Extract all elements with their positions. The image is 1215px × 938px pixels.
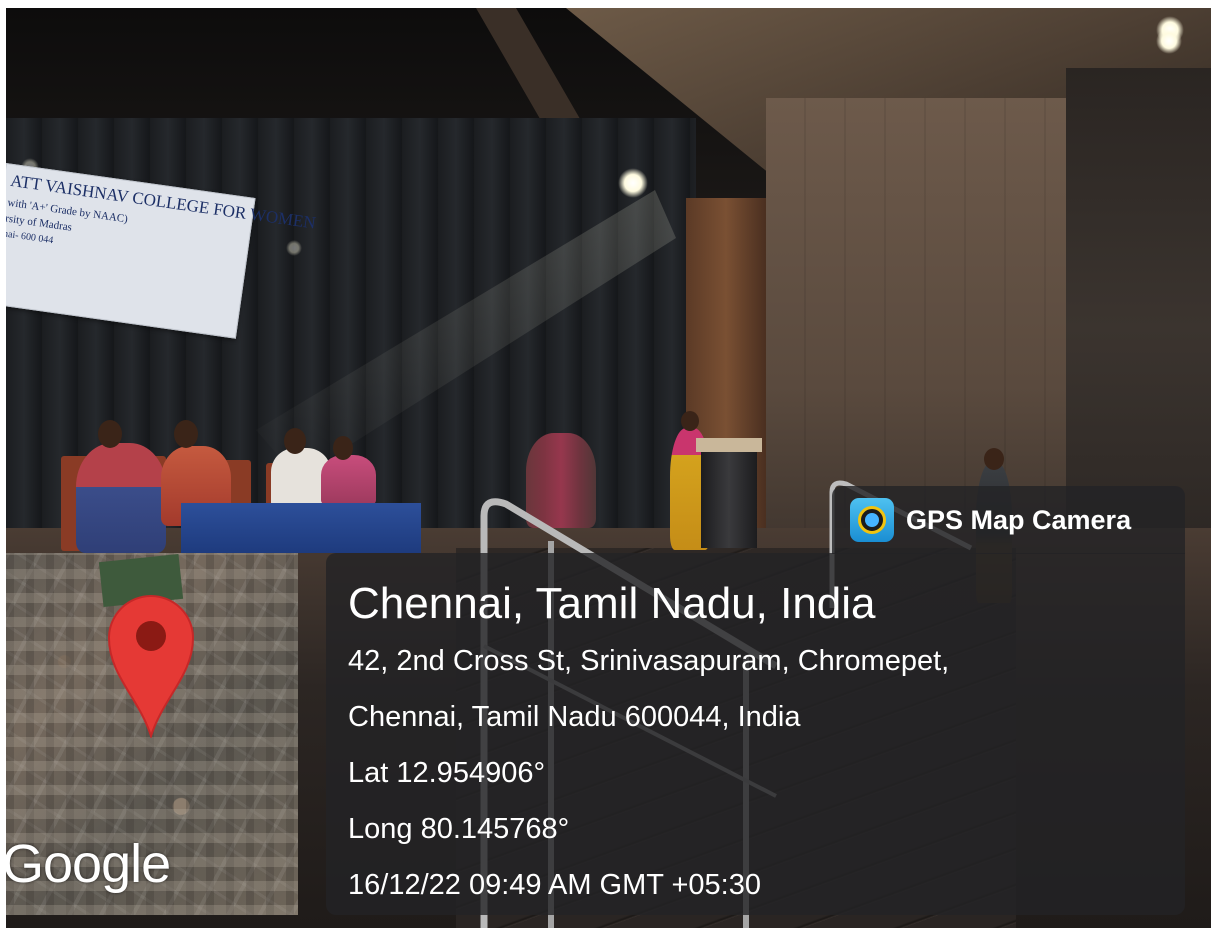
stage-light bbox=[286, 240, 302, 256]
podium-top bbox=[696, 438, 762, 452]
photo-frame: ATT VAISHNAV COLLEGE FOR WOMEN with 'A+'… bbox=[6, 8, 1211, 928]
speaker-head bbox=[681, 411, 699, 431]
head-table bbox=[181, 503, 421, 553]
gps-camera-icon bbox=[850, 498, 894, 542]
map-pin-icon bbox=[107, 595, 195, 738]
location-dot-icon bbox=[865, 513, 879, 527]
spotlight bbox=[1156, 28, 1182, 54]
location-info-panel: Chennai, Tamil Nadu, India 42, 2nd Cross… bbox=[326, 553, 1185, 915]
location-title: Chennai, Tamil Nadu, India bbox=[348, 579, 876, 628]
seated-person bbox=[321, 455, 376, 505]
longitude: Long 80.145768° bbox=[348, 813, 570, 845]
address-line: Chennai, Tamil Nadu 600044, India bbox=[348, 701, 801, 733]
seated-person bbox=[76, 443, 166, 553]
person-head bbox=[174, 420, 198, 448]
spotlight bbox=[618, 168, 648, 198]
banner-text: nai- 600 044 bbox=[6, 228, 54, 247]
person-head bbox=[98, 420, 122, 448]
person-head bbox=[333, 436, 353, 460]
app-tag: GPS Map Camera bbox=[832, 486, 1185, 554]
timestamp: 16/12/22 09:49 AM GMT +05:30 bbox=[348, 869, 761, 901]
app-name: GPS Map Camera bbox=[906, 504, 1132, 535]
latitude: Lat 12.954906° bbox=[348, 757, 546, 789]
google-logo: Google bbox=[6, 834, 171, 894]
person-head bbox=[284, 428, 306, 454]
map-thumbnail: Google bbox=[6, 553, 298, 915]
address-line: 42, 2nd Cross St, Srinivasapuram, Chrome… bbox=[348, 645, 950, 677]
person-head bbox=[984, 448, 1004, 470]
